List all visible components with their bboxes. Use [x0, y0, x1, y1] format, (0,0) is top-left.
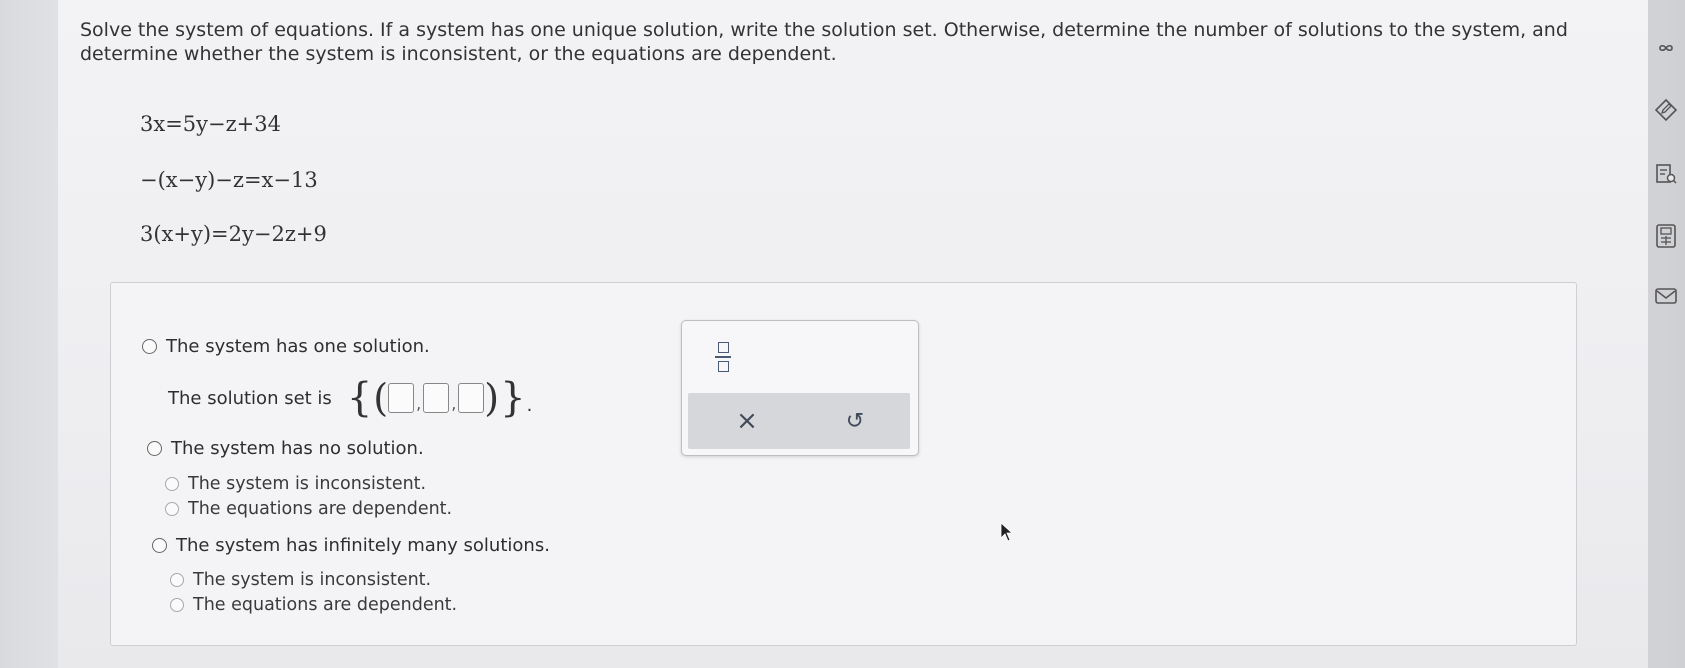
radio-infinite-inconsistent[interactable] [170, 573, 184, 587]
clear-button[interactable]: × [727, 403, 767, 439]
option-no-solution-label: The system has no solution. [171, 438, 424, 459]
close-paren: ) [484, 376, 500, 420]
instructions-text: Solve the system of equations. If a syst… [80, 19, 1568, 65]
solution-z-input[interactable] [458, 383, 485, 413]
option-no-solution-dependent[interactable]: The equations are dependent. [165, 499, 452, 519]
undo-button[interactable]: ↺ [835, 403, 875, 439]
document-search-icon[interactable] [1652, 160, 1680, 188]
equation-3: 3(x+y)=2y−2z+9 [140, 222, 327, 246]
edit-icon[interactable] [1652, 96, 1680, 124]
option-no-solution[interactable]: The system has no solution. [147, 438, 424, 459]
option-one-solution[interactable]: The system has one solution. [142, 336, 430, 357]
solution-set-label: The solution set is [168, 387, 332, 409]
option-label: The equations are dependent. [188, 499, 453, 519]
mail-icon[interactable] [1652, 282, 1680, 310]
math-palette: × ↺ [681, 320, 919, 456]
option-label: The equations are dependent. [193, 595, 458, 615]
radio-infinite-dependent[interactable] [170, 598, 184, 612]
option-infinite-label: The system has infinitely many solutions… [176, 535, 550, 556]
solution-x-input[interactable] [388, 383, 415, 413]
option-label: The system is inconsistent. [193, 570, 432, 590]
radio-one-solution[interactable] [142, 339, 157, 354]
fraction-icon[interactable] [712, 337, 734, 377]
mouse-pointer-icon [1000, 522, 1014, 546]
option-infinite-dependent[interactable]: The equations are dependent. [170, 595, 457, 615]
equation-2: −(x−y)−z=x−13 [140, 168, 318, 192]
palette-action-bar: × ↺ [688, 393, 910, 449]
radio-no-solution-inconsistent[interactable] [165, 477, 179, 491]
close-brace: } [500, 375, 526, 421]
radio-infinite-solutions[interactable] [152, 538, 167, 553]
radio-no-solution[interactable] [147, 441, 162, 456]
open-brace: { [346, 375, 373, 421]
open-paren: ( [373, 376, 389, 420]
radio-no-solution-dependent[interactable] [165, 502, 179, 516]
equation-1: 3x=5y−z+34 [140, 112, 282, 136]
solution-set-row: The solution set is { ( , , ) } . [168, 375, 533, 421]
option-no-solution-inconsistent[interactable]: The system is inconsistent. [165, 474, 426, 494]
solution-y-input[interactable] [423, 383, 450, 413]
option-label: The system is inconsistent. [188, 474, 427, 494]
option-one-solution-label: The system has one solution. [166, 336, 430, 357]
option-infinite-inconsistent[interactable]: The system is inconsistent. [170, 570, 431, 590]
infinity-icon[interactable] [1652, 34, 1680, 62]
calculator-icon[interactable] [1652, 222, 1680, 250]
option-infinite-solutions[interactable]: The system has infinitely many solutions… [152, 535, 550, 556]
